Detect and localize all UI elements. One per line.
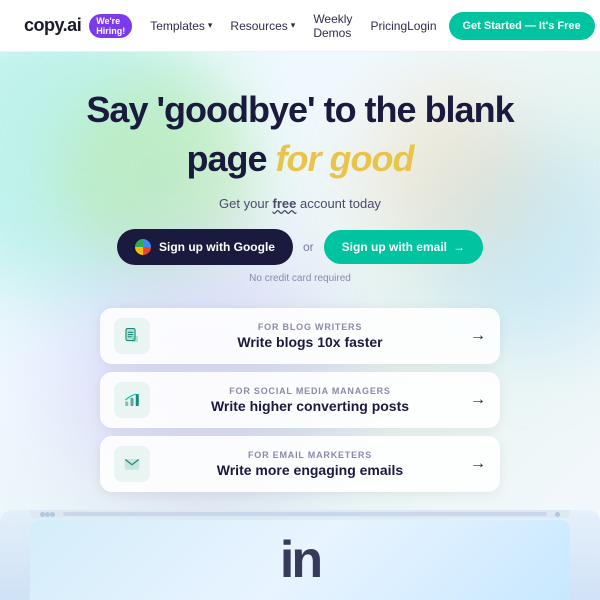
nav-pricing[interactable]: Pricing — [370, 19, 407, 33]
nav-weekly-demos[interactable]: Weekly Demos — [313, 12, 352, 40]
navbar: copy.ai We're Hiring! Templates▾ Resourc… — [0, 0, 600, 52]
preview-dot-4 — [555, 512, 560, 517]
feature-label-social: FOR SOCIAL MEDIA MANAGERS — [162, 386, 458, 396]
signup-google-button[interactable]: Sign up with Google — [117, 229, 293, 265]
signup-row: Sign up with Google or Sign up with emai… — [40, 229, 560, 265]
arrow-icon-social: → — [470, 391, 486, 409]
hero-title-line2: page for good — [40, 137, 560, 180]
feature-card-social[interactable]: FOR SOCIAL MEDIA MANAGERS Write higher c… — [100, 372, 500, 428]
chart-icon — [123, 391, 141, 409]
google-icon — [135, 239, 151, 255]
hero-content: Say 'goodbye' to the blank page for good… — [0, 52, 600, 492]
preview-url-bar — [63, 512, 547, 516]
hero-section: Say 'goodbye' to the blank page for good… — [0, 52, 600, 600]
feature-title-social: Write higher converting posts — [162, 398, 458, 414]
preview-text: in — [280, 534, 320, 586]
hero-title-line1: Say 'goodbye' to the blank — [40, 88, 560, 131]
feature-card-email[interactable]: FOR EMAIL MARKETERS Write more engaging … — [100, 436, 500, 492]
hiring-badge[interactable]: We're Hiring! — [89, 14, 132, 38]
feature-label-blogs: FOR BLOG WRITERS — [162, 322, 458, 332]
logo[interactable]: copy.ai — [24, 15, 81, 36]
arrow-icon-blogs: → — [470, 327, 486, 345]
feature-text-email: FOR EMAIL MARKETERS Write more engaging … — [162, 450, 458, 478]
nav-resources[interactable]: Resources▾ — [230, 19, 295, 33]
nav-links: Templates▾ Resources▾ Weekly Demos Prici… — [150, 12, 407, 40]
email-icon-box — [114, 446, 150, 482]
preview-dot-3 — [50, 512, 55, 517]
mail-icon — [123, 455, 141, 473]
feature-text-social: FOR SOCIAL MEDIA MANAGERS Write higher c… — [162, 386, 458, 414]
arrow-icon-email: → — [470, 455, 486, 473]
or-text: or — [303, 240, 314, 254]
nav-templates[interactable]: Templates▾ — [150, 19, 212, 33]
feature-label-email: FOR EMAIL MARKETERS — [162, 450, 458, 460]
signup-email-button[interactable]: Sign up with email → — [324, 230, 483, 264]
preview-content: in — [30, 520, 570, 600]
login-link[interactable]: Login — [407, 19, 436, 33]
blog-icon-box — [114, 318, 150, 354]
for-good-text: for good — [276, 138, 414, 179]
feature-card-blogs[interactable]: FOR BLOG WRITERS Write blogs 10x faster … — [100, 308, 500, 364]
feature-text-blogs: FOR BLOG WRITERS Write blogs 10x faster — [162, 322, 458, 350]
feature-title-email: Write more engaging emails — [162, 462, 458, 478]
nav-actions: Login Get Started — It's Free — [407, 12, 595, 40]
bottom-preview: in — [0, 510, 600, 600]
no-credit-card-text: No credit card required — [40, 273, 560, 284]
feature-title-blogs: Write blogs 10x faster — [162, 334, 458, 350]
preview-bar — [30, 510, 570, 518]
social-icon-box — [114, 382, 150, 418]
feature-cards: FOR BLOG WRITERS Write blogs 10x faster … — [40, 308, 560, 492]
get-started-button[interactable]: Get Started — It's Free — [449, 12, 595, 40]
document-icon — [123, 327, 141, 345]
hero-subtitle: Get your free account today — [40, 196, 560, 211]
